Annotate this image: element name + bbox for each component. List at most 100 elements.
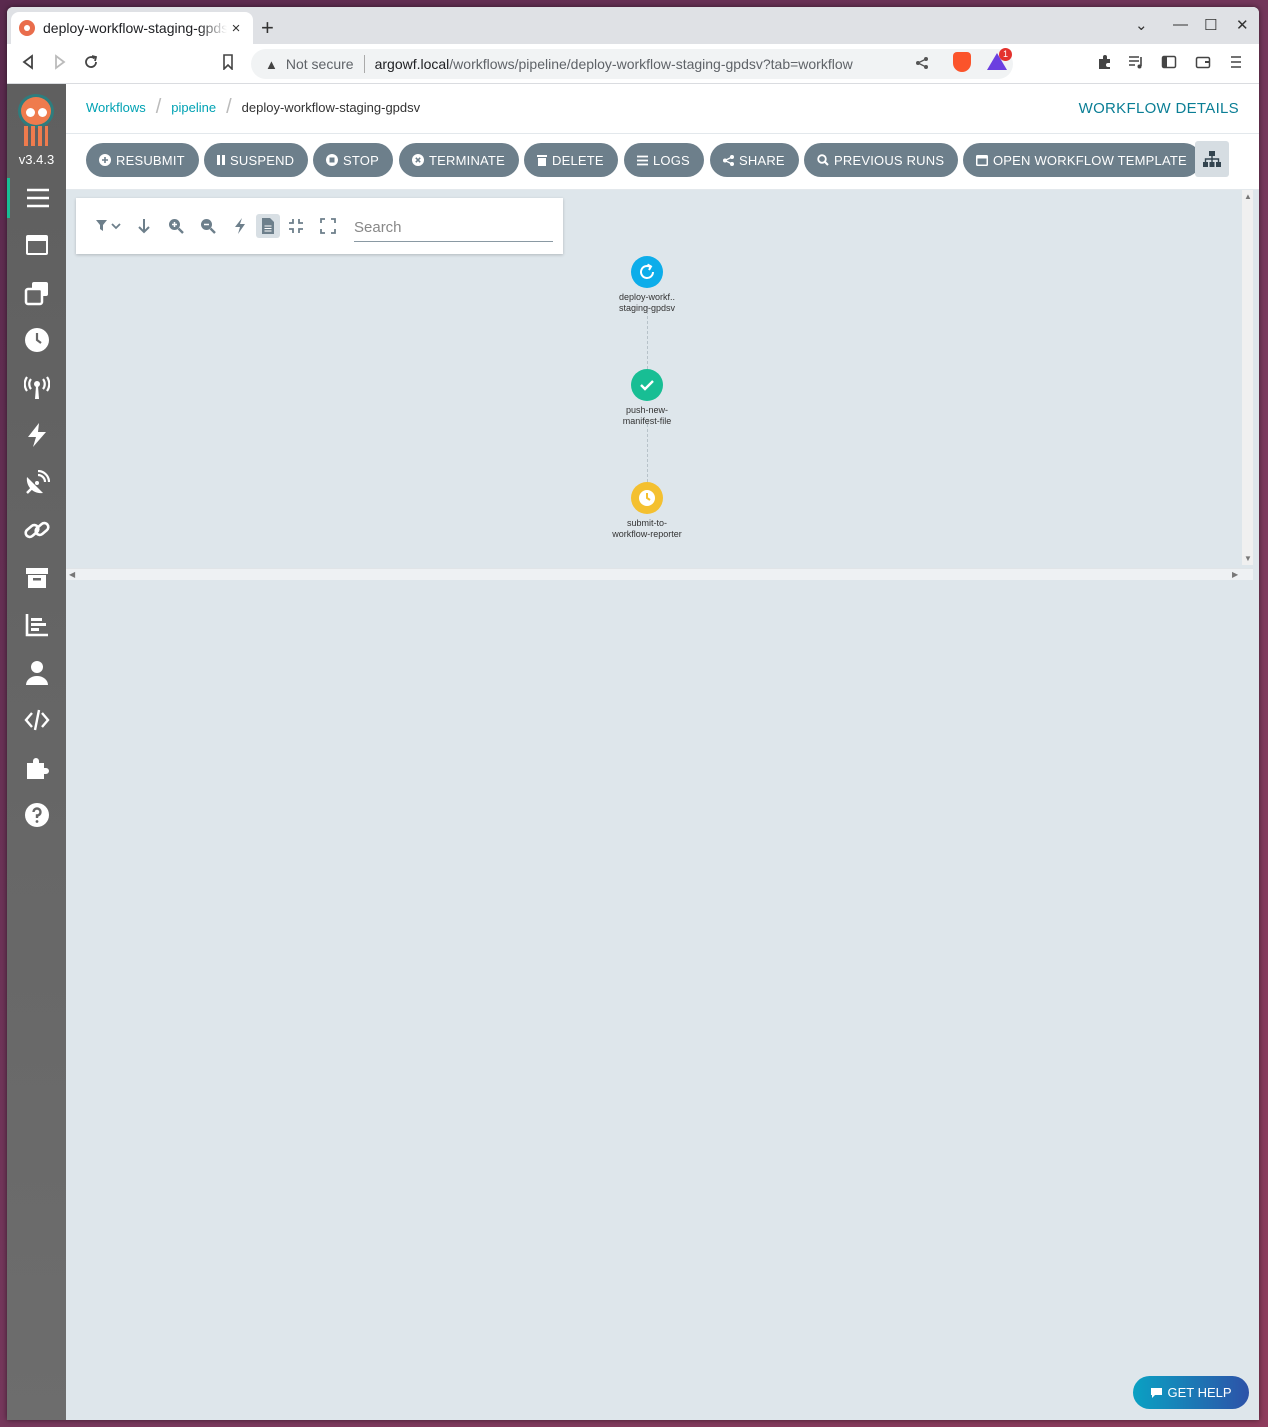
stop-button[interactable]: STOP — [313, 143, 393, 177]
graph-vertical-scrollbar[interactable]: ▲ ▼ — [1242, 190, 1253, 565]
logs-label: LOGS — [653, 152, 690, 168]
sidebar-toggle-icon[interactable] — [1161, 54, 1177, 75]
maximize-icon[interactable]: ☐ — [1204, 16, 1217, 34]
address-bar[interactable]: ▲ Not secure argowf.local/workflows/pipe… — [251, 49, 1013, 79]
menu-icon[interactable] — [1229, 54, 1243, 75]
graph-node-root[interactable]: deploy-workf.. staging-gpdsv — [597, 256, 697, 314]
sidebar-item-workflows[interactable] — [7, 178, 66, 218]
back-icon[interactable] — [21, 54, 35, 75]
extensions-icon[interactable] — [1097, 54, 1113, 75]
sidebar-item-help[interactable] — [7, 795, 66, 835]
breadcrumb: Workflows / pipeline / deploy-workflow-s… — [86, 96, 421, 118]
url-path: /workflows/pipeline/deploy-workflow-stag… — [449, 56, 853, 72]
delete-label: DELETE — [552, 152, 604, 168]
playlist-icon[interactable] — [1128, 54, 1144, 75]
bolt-icon — [235, 218, 245, 234]
graph-node-submit-to-workflow-reporter[interactable]: submit-to-workflow-reporter — [597, 482, 697, 540]
code-icon — [23, 709, 50, 731]
sidebar-item-event-sources[interactable] — [7, 368, 66, 408]
bookmark-icon[interactable] — [221, 54, 235, 75]
brave-shields-icon[interactable] — [953, 52, 971, 72]
get-help-button[interactable]: GET HELP — [1133, 1376, 1249, 1409]
forward-icon[interactable] — [53, 54, 67, 75]
main-content: Workflows / pipeline / deploy-workflow-s… — [66, 84, 1259, 1420]
argo-logo[interactable] — [17, 94, 55, 148]
breadcrumb-workflows[interactable]: Workflows — [86, 100, 146, 115]
sidebar-item-event-flow[interactable] — [7, 463, 66, 503]
bar-chart-icon — [25, 614, 48, 637]
scroll-up-icon[interactable]: ▲ — [1244, 192, 1252, 201]
sidebar-item-cluster-templates[interactable] — [7, 273, 66, 313]
show-details-button[interactable] — [256, 214, 280, 238]
collapse-button[interactable] — [284, 214, 308, 238]
clone-icon — [24, 282, 48, 306]
open-workflow-template-button[interactable]: OPEN WORKFLOW TEMPLATE — [963, 143, 1201, 177]
sidebar-item-reports[interactable] — [7, 605, 66, 645]
wallet-icon[interactable] — [1195, 54, 1211, 75]
graph-view-toggle[interactable] — [1195, 141, 1229, 177]
share-button[interactable]: SHARE — [710, 143, 799, 177]
graph-horizontal-scrollbar[interactable]: ◀ ▶ — [66, 568, 1253, 580]
sidebar: v3.4.3 — [7, 84, 66, 1420]
pending-clock-icon — [631, 482, 663, 514]
rewards-badge: 1 — [999, 48, 1012, 61]
tab-close-icon[interactable]: × — [227, 20, 245, 37]
fullscreen-button[interactable] — [316, 214, 340, 238]
zoom-out-button[interactable] — [196, 214, 220, 238]
graph-search-input[interactable] — [354, 210, 553, 242]
clock-icon — [24, 328, 49, 352]
pause-icon — [217, 154, 225, 166]
share-page-icon[interactable] — [915, 56, 929, 73]
zoom-out-icon — [201, 219, 216, 234]
share-label: SHARE — [739, 152, 785, 168]
fast-render-button[interactable] — [228, 214, 252, 238]
scroll-down-icon[interactable]: ▼ — [1244, 554, 1252, 563]
satellite-dish-icon — [25, 470, 50, 494]
warning-icon: ▲ — [265, 56, 278, 72]
argo-app: v3.4.3 Workflows / pipeline / deploy-wor… — [7, 84, 1259, 1420]
version-label: v3.4.3 — [18, 152, 55, 167]
minimize-icon[interactable]: — — [1173, 16, 1188, 33]
argo-favicon-icon — [19, 20, 35, 36]
bolt-icon — [27, 423, 46, 447]
zoom-in-button[interactable] — [164, 214, 188, 238]
close-window-icon[interactable]: ✕ — [1236, 16, 1249, 34]
breadcrumb-separator: / — [226, 96, 232, 118]
breadcrumb-namespace[interactable]: pipeline — [171, 100, 216, 115]
browser-tab[interactable]: deploy-workflow-staging-gpdsv × — [11, 12, 253, 44]
scroll-right-icon[interactable]: ▶ — [1232, 570, 1238, 579]
sidebar-item-pipelines[interactable] — [7, 510, 66, 550]
file-icon — [262, 218, 274, 234]
suspend-button[interactable]: SUSPEND — [204, 143, 309, 177]
previous-runs-button[interactable]: PREVIOUS RUNS — [804, 143, 959, 177]
sidebar-item-archived-workflows[interactable] — [7, 558, 66, 598]
check-icon — [631, 369, 663, 401]
expand-icon — [320, 218, 336, 234]
resubmit-label: RESUBMIT — [116, 152, 185, 168]
tab-search-icon[interactable]: ⌄ — [1135, 16, 1148, 34]
sidebar-item-plugins[interactable] — [7, 748, 66, 788]
graph-node-push-new-manifest-file[interactable]: push-new-manifest-file — [597, 369, 697, 427]
filter-icon — [96, 220, 121, 231]
scroll-left-icon[interactable]: ◀ — [69, 570, 75, 579]
sidebar-item-api-docs[interactable] — [7, 700, 66, 740]
graph-controls — [76, 198, 563, 254]
terminate-button[interactable]: TERMINATE — [399, 143, 519, 177]
logs-button[interactable]: LOGS — [624, 143, 704, 177]
resubmit-button[interactable]: RESUBMIT — [86, 143, 199, 177]
user-icon — [25, 661, 48, 685]
sidebar-item-workflow-templates[interactable] — [7, 225, 66, 265]
browser-toolbar: ▲ Not secure argowf.local/workflows/pipe… — [7, 44, 1259, 84]
reload-icon[interactable] — [83, 54, 99, 75]
arrow-down-button[interactable] — [132, 214, 156, 238]
sidebar-item-sensors[interactable] — [7, 415, 66, 455]
delete-button[interactable]: DELETE — [524, 143, 618, 177]
new-tab-button[interactable]: + — [261, 17, 274, 39]
security-label: Not secure — [285, 56, 354, 72]
plus-circle-icon — [99, 154, 111, 166]
comment-icon — [1151, 1387, 1163, 1398]
sidebar-item-cron-workflows[interactable] — [7, 320, 66, 360]
breadcrumb-current: deploy-workflow-staging-gpdsv — [241, 100, 421, 115]
filter-dropdown[interactable] — [92, 214, 126, 238]
sidebar-item-user[interactable] — [7, 653, 66, 693]
